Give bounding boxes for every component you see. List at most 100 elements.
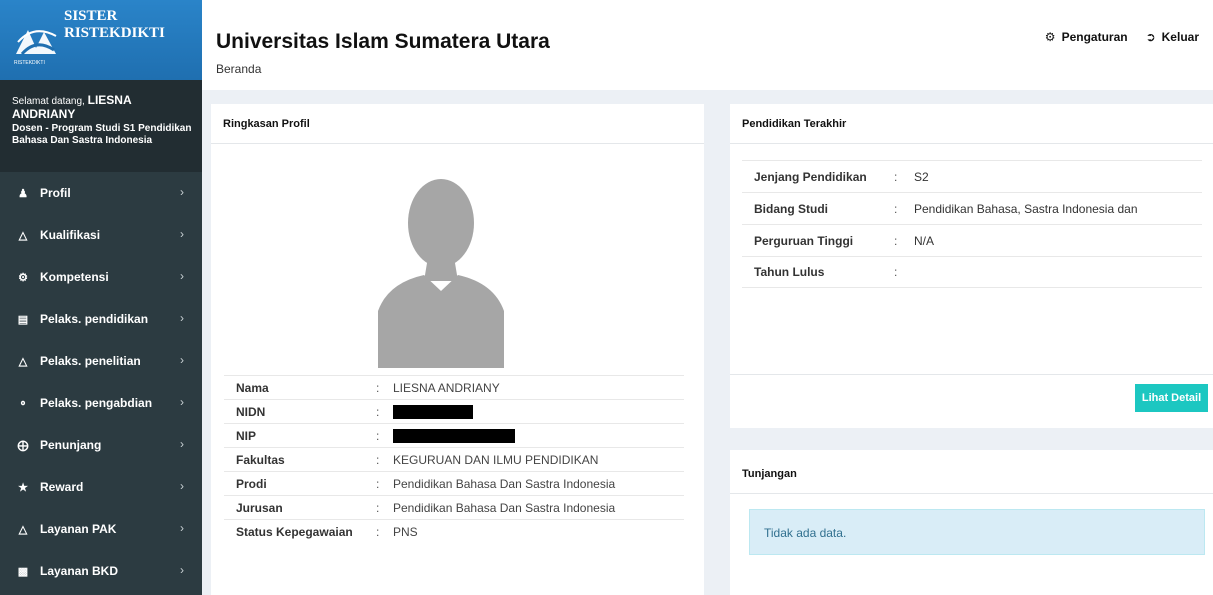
colon: : [376, 452, 380, 467]
sidebar-item-label: Layanan PAK [40, 522, 117, 536]
logout-link[interactable]: ➲ Keluar [1146, 30, 1199, 44]
colon: : [376, 476, 380, 491]
profile-key: Prodi [236, 476, 267, 491]
breadcrumb[interactable]: Beranda [216, 62, 261, 76]
profile-key: Jurusan [236, 500, 283, 515]
sidebar-menu: ♟ Profil › △ Kualifikasi › ⚙ Kompetensi … [0, 172, 202, 592]
life-ring-icon: ⨁ [17, 439, 29, 452]
profile-panel: Ringkasan Profil Nama : LIESNA ANDRIANY … [211, 104, 704, 595]
table-row: Perguruan Tinggi : N/A [742, 224, 1202, 256]
chevron-right-icon: › [180, 353, 184, 367]
top-actions: ⚙ Pengaturan ➲ Keluar [1045, 30, 1199, 44]
sidebar-item-reward[interactable]: ★ Reward › [0, 466, 202, 508]
sidebar-item-label: Penunjang [40, 438, 102, 452]
education-panel-title: Pendidikan Terakhir [730, 104, 1213, 144]
education-value: N/A [914, 233, 935, 248]
logout-label: Keluar [1161, 30, 1199, 44]
sidebar-item-profil[interactable]: ♟ Profil › [0, 172, 202, 214]
brand-header[interactable]: SISTER RISTEKDIKTI RISTEKDIKTI [0, 0, 202, 80]
settings-link[interactable]: ⚙ Pengaturan [1045, 30, 1128, 44]
page-title: Universitas Islam Sumatera Utara [216, 30, 550, 53]
brand-line1: SISTER [64, 8, 118, 24]
education-key: Tahun Lulus [754, 265, 825, 279]
chevron-right-icon: › [180, 437, 184, 451]
education-key: Bidang Studi [754, 201, 828, 216]
profile-key: Fakultas [236, 452, 285, 467]
colon: : [376, 524, 380, 539]
sidebar-item-kompetensi[interactable]: ⚙ Kompetensi › [0, 256, 202, 298]
profile-value: Pendidikan Bahasa Dan Sastra Indonesia [393, 476, 616, 491]
profile-value: KEGURUAN DAN ILMU PENDIDIKAN [393, 452, 599, 467]
flask-icon: △ [18, 355, 28, 368]
colon: : [376, 500, 380, 515]
sidebar-item-pelaks-pengabdian[interactable]: ⚬ Pelaks. pengabdian › [0, 382, 202, 424]
sidebar-item-label: Reward [40, 480, 84, 494]
education-value: S2 [914, 169, 929, 184]
graduation-cap-icon: △ [18, 229, 28, 242]
table-row: Jurusan : Pendidikan Bahasa Dan Sastra I… [224, 495, 684, 519]
education-panel: Pendidikan Terakhir Jenjang Pendidikan :… [730, 104, 1213, 428]
colon: : [894, 265, 898, 279]
settings-label: Pengaturan [1061, 30, 1128, 44]
avatar [378, 171, 504, 368]
chevron-right-icon: › [180, 269, 184, 283]
brand-line2: RISTEKDIKTI [64, 25, 165, 41]
table-row: Prodi : Pendidikan Bahasa Dan Sastra Ind… [224, 471, 684, 495]
sidebar-item-penunjang[interactable]: ⨁ Penunjang › [0, 424, 202, 466]
chevron-right-icon: › [180, 521, 184, 535]
sidebar-item-label: Pelaks. pengabdian [40, 396, 153, 410]
sidebar-item-pelaks-pendidikan[interactable]: ▤ Pelaks. pendidikan › [0, 298, 202, 340]
profile-value: PNS [393, 524, 418, 539]
chevron-right-icon: › [180, 479, 184, 493]
profile-value: LIESNA ANDRIANY [393, 380, 500, 395]
sidebar-item-layanan-pak[interactable]: △ Layanan PAK › [0, 508, 202, 550]
welcome-box: Selamat datang, LIESNA ANDRIANY Dosen - … [0, 80, 202, 172]
profile-value: Pendidikan Bahasa Dan Sastra Indonesia [393, 500, 616, 515]
welcome-greeting: Selamat datang, [12, 96, 85, 107]
sidebar-item-label: Profil [40, 186, 71, 200]
sidebar-item-label: Pelaks. pendidikan [40, 312, 149, 326]
table-row: NIDN : [224, 399, 684, 423]
education-key: Jenjang Pendidikan [754, 169, 867, 184]
view-detail-button[interactable]: Lihat Detail [1135, 384, 1208, 412]
sidebar-item-layanan-bkd[interactable]: ▩ Layanan BKD › [0, 550, 202, 592]
sign-out-icon: ➲ [1145, 30, 1156, 44]
gear-icon: ⚙ [1044, 30, 1056, 44]
tunjangan-panel: Tunjangan Tidak ada data. [730, 450, 1213, 595]
sidebar-item-label: Kualifikasi [40, 228, 101, 242]
colon: : [894, 169, 898, 184]
sidebar-item-label: Pelaks. penelitian [40, 354, 141, 368]
trophy-icon: ★ [18, 481, 28, 494]
user-icon: ♟ [18, 187, 28, 200]
sidebar-item-label: Kompetensi [40, 270, 109, 284]
tunjangan-panel-title: Tunjangan [730, 450, 1213, 494]
colon: : [894, 201, 898, 216]
colon: : [894, 233, 898, 248]
redaction-block [393, 404, 473, 419]
table-row: Bidang Studi : Pendidikan Bahasa, Sastra… [742, 192, 1202, 224]
brand-title: SISTER RISTEKDIKTI [64, 8, 165, 42]
chevron-right-icon: › [180, 395, 184, 409]
sidebar: SISTER RISTEKDIKTI RISTEKDIKTI Selamat d… [0, 0, 202, 595]
education-panel-footer: Lihat Detail [730, 374, 1213, 428]
colon: : [376, 428, 380, 443]
education-key: Perguruan Tinggi [754, 233, 854, 248]
share-icon: ⚬ [18, 397, 28, 410]
user-role: Dosen - Program Studi S1 Pendidikan Baha… [12, 123, 192, 146]
table-row: Status Kepegawaian : PNS [224, 519, 684, 543]
chevron-right-icon: › [180, 563, 184, 577]
profile-table: Nama : LIESNA ANDRIANY NIDN : NIP : Faku… [224, 375, 684, 543]
profile-key: Nama [236, 380, 269, 395]
table-row: Nama : LIESNA ANDRIANY [224, 375, 684, 399]
cogs-icon: ⚙ [18, 271, 28, 284]
brand-logo-caption: RISTEKDIKTI [14, 60, 45, 66]
sidebar-item-pelaks-penelitian[interactable]: △ Pelaks. penelitian › [0, 340, 202, 382]
profile-key: NIP [236, 428, 257, 443]
colon: : [376, 380, 380, 395]
content-header: Universitas Islam Sumatera Utara Beranda… [202, 0, 1213, 90]
ristekdikti-logo [16, 30, 57, 56]
redaction-block [393, 428, 515, 443]
chevron-right-icon: › [180, 227, 184, 241]
table-row: Jenjang Pendidikan : S2 [742, 160, 1202, 192]
sidebar-item-kualifikasi[interactable]: △ Kualifikasi › [0, 214, 202, 256]
